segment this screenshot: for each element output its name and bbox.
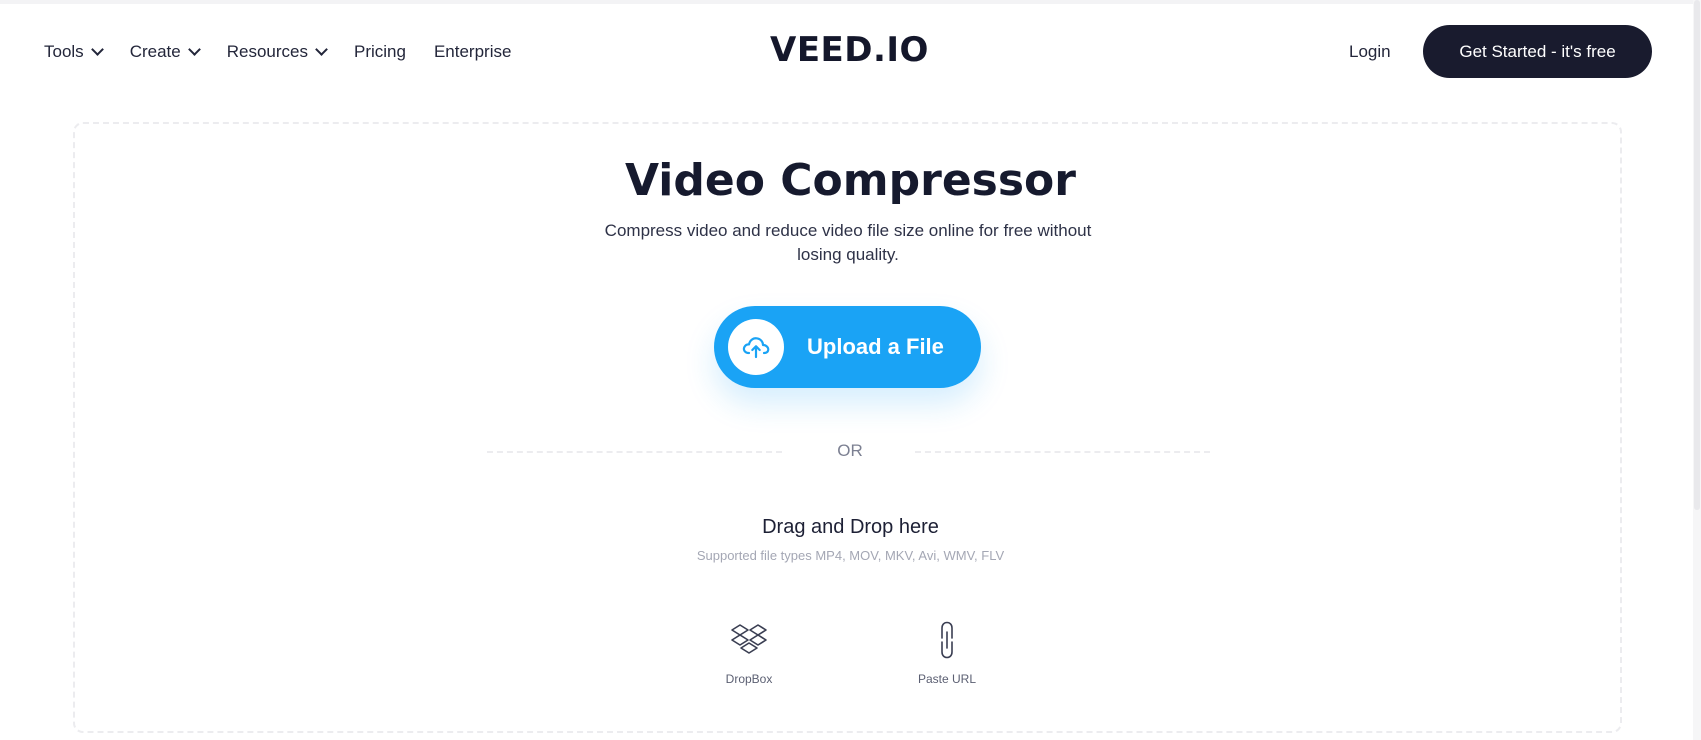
get-started-label: Get Started - it's free <box>1459 41 1616 61</box>
nav-pricing[interactable]: Pricing <box>354 36 406 68</box>
scrollbar-thumb[interactable] <box>1694 0 1700 510</box>
or-label: OR <box>837 441 863 460</box>
chevron-down-icon <box>315 43 328 56</box>
site-logo[interactable]: VEED.IO <box>770 30 929 70</box>
login-link[interactable]: Login <box>1349 42 1391 62</box>
dropbox-label: DropBox <box>725 672 773 686</box>
supported-file-types: Supported file types MP4, MOV, MKV, Avi,… <box>696 548 1005 563</box>
nav-tools[interactable]: Tools <box>44 36 104 68</box>
scrollbar[interactable] <box>1693 0 1701 740</box>
nav-create-label: Create <box>129 42 181 61</box>
paste-url-button[interactable]: Paste URL <box>887 620 1007 686</box>
nav-create[interactable]: Create <box>129 36 201 68</box>
upload-file-label: Upload a File <box>807 334 944 359</box>
nav-enterprise[interactable]: Enterprise <box>434 36 511 68</box>
nav-tools-label: Tools <box>44 42 84 61</box>
chevron-down-icon <box>187 43 201 56</box>
upload-dropzone[interactable] <box>73 122 1622 733</box>
page-title: Video Compressor <box>625 155 1076 206</box>
upload-icon-circle <box>728 319 784 375</box>
paste-url-label: Paste URL <box>917 672 977 686</box>
top-border <box>0 0 1701 4</box>
upload-file-button[interactable]: Upload a File <box>714 306 981 388</box>
main-nav: Tools Create Resources Pricing Enterpris… <box>44 36 539 68</box>
nav-pricing-label: Pricing <box>353 42 406 61</box>
get-started-button[interactable]: Get Started - it's free <box>1423 25 1652 78</box>
dropbox-button[interactable]: DropBox <box>689 620 809 686</box>
nav-resources-label: Resources <box>226 42 308 61</box>
nav-resources[interactable]: Resources <box>226 36 328 68</box>
link-icon <box>941 621 953 659</box>
nav-enterprise-label: Enterprise <box>433 42 512 61</box>
cloud-upload-icon <box>742 337 770 359</box>
chevron-down-icon <box>90 43 104 56</box>
page-subtitle: Compress video and reduce video file siz… <box>604 221 1092 264</box>
dropbox-icon <box>731 624 767 654</box>
or-divider-right <box>915 451 1210 453</box>
or-divider-left <box>487 451 782 453</box>
drag-drop-label: Drag and Drop here <box>762 516 939 538</box>
